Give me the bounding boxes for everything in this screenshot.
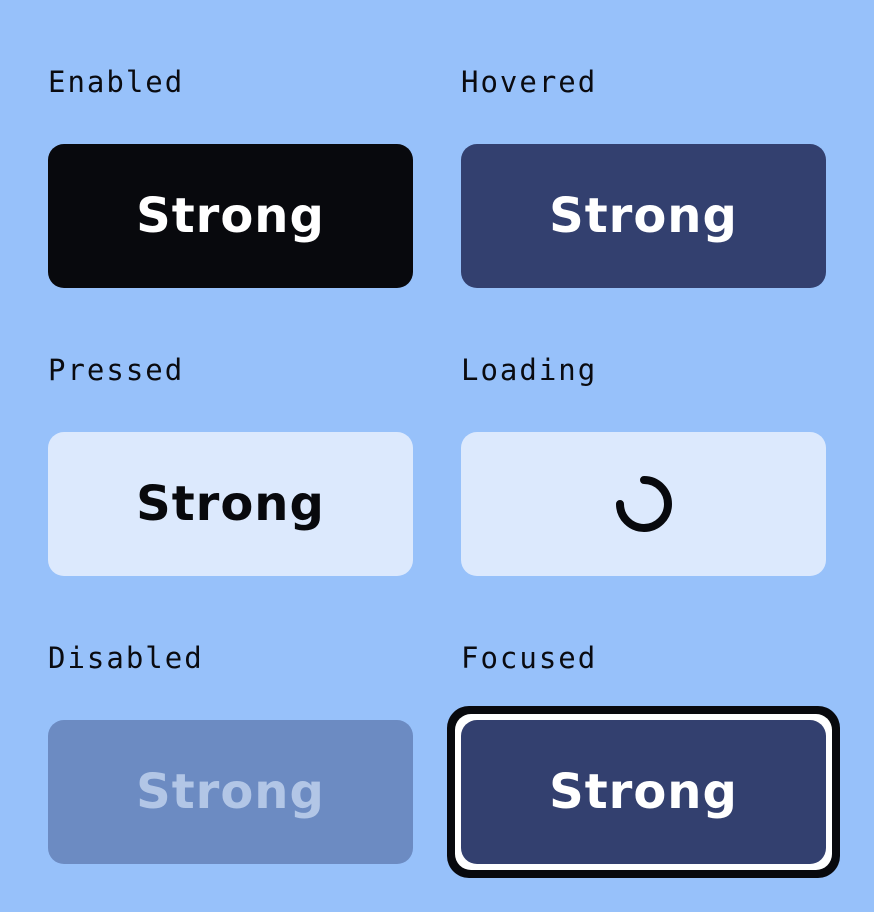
- label-loading: Loading: [461, 353, 598, 387]
- button-label: Strong: [136, 476, 325, 532]
- button-label: Strong: [549, 764, 738, 820]
- loading-spinner-icon: [615, 476, 672, 532]
- strong-button-enabled[interactable]: Strong: [48, 144, 413, 288]
- strong-button-pressed[interactable]: Strong: [48, 432, 413, 576]
- strong-button-focused[interactable]: Strong: [461, 720, 826, 864]
- button-label: Strong: [136, 764, 325, 820]
- button-label: Strong: [136, 188, 325, 244]
- label-hovered: Hovered: [461, 65, 598, 99]
- strong-button-hovered[interactable]: Strong: [461, 144, 826, 288]
- label-disabled: Disabled: [48, 641, 204, 675]
- strong-button-loading[interactable]: [461, 432, 826, 576]
- button-label: Strong: [549, 188, 738, 244]
- label-focused: Focused: [461, 641, 598, 675]
- strong-button-disabled: Strong: [48, 720, 413, 864]
- label-enabled: Enabled: [48, 65, 185, 99]
- label-pressed: Pressed: [48, 353, 185, 387]
